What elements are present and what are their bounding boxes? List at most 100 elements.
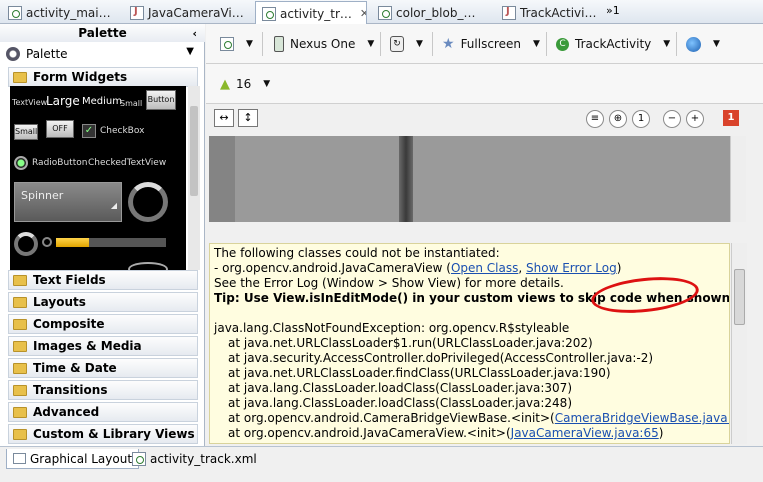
stack-frame-link: at org.opencv.android.JavaCameraView.<in…: [214, 426, 725, 441]
preview-progress-bar[interactable]: [56, 238, 166, 247]
folder-icon: [13, 428, 27, 440]
separator: [262, 32, 263, 56]
zoom-out-icon[interactable]: −: [663, 110, 681, 128]
preview-small-button[interactable]: Small: [14, 124, 38, 140]
category-composite[interactable]: Composite: [8, 314, 198, 334]
zoom-emulate-icon[interactable]: ≡: [586, 110, 604, 128]
widget-preview: TextView Large Medium Small Button Small…: [10, 86, 186, 270]
zoom-in-icon[interactable]: +: [686, 110, 704, 128]
preview-large[interactable]: Large: [46, 94, 80, 108]
api-level-selector[interactable]: ▲ 16 ▼: [220, 74, 270, 94]
activity-label: TrackActivity: [575, 37, 652, 51]
checkbox-checked-icon[interactable]: ✓: [82, 124, 96, 138]
folder-icon: [13, 71, 27, 83]
error-count-badge[interactable]: 1: [723, 110, 739, 126]
separator: [676, 32, 677, 56]
progress-bar-fill: [56, 238, 89, 247]
device-selector[interactable]: Nexus One ▼: [274, 34, 374, 54]
scroll-thumb[interactable]: [190, 106, 198, 196]
category-time-date[interactable]: Time & Date: [8, 358, 198, 378]
category-label: Form Widgets: [33, 70, 128, 84]
preview-radiobutton[interactable]: RadioButton: [32, 158, 87, 168]
layout-editor: ▼ Nexus One ▼ ↻ ▼ ★ Fullscreen ▼ C Track…: [206, 24, 763, 446]
zoom-fit-icon[interactable]: ⊕: [609, 110, 627, 128]
camera-bridge-view-base-link[interactable]: CameraBridgeViewBase.java:63: [555, 411, 729, 425]
device-screen: [235, 136, 745, 222]
preview-toggle-button[interactable]: OFF: [46, 120, 74, 138]
preview-checkbox[interactable]: CheckBox: [100, 126, 144, 136]
preview-button[interactable]: Button: [146, 90, 176, 110]
palette-selector[interactable]: Palette ▼: [6, 44, 198, 64]
api-toolbar: ▲ 16 ▼: [206, 64, 763, 104]
category-images-media[interactable]: Images & Media: [8, 336, 198, 356]
dropdown-arrow-icon: ▼: [246, 39, 253, 49]
folder-icon: [13, 406, 27, 418]
tab-label: activity_mai…: [26, 6, 111, 20]
activity-selector[interactable]: C TrackActivity ▼: [556, 34, 670, 54]
radio-icon[interactable]: [14, 156, 28, 170]
canvas-scrollbar[interactable]: [730, 136, 746, 222]
preview-textview[interactable]: TextView: [12, 98, 47, 107]
preview-progress-tiny[interactable]: [42, 237, 52, 247]
stack-frame-text: at org.opencv.android.JavaCameraView.<in…: [228, 426, 511, 440]
tab-xml-source[interactable]: activity_track.xml: [126, 449, 263, 469]
category-custom-library-views[interactable]: Custom & Library Views: [8, 424, 198, 444]
category-transitions[interactable]: Transitions: [8, 380, 198, 400]
category-text-fields[interactable]: Text Fields: [8, 270, 198, 290]
spinner-label: Spinner: [21, 189, 64, 202]
tab-overflow-button[interactable]: »1: [606, 4, 620, 17]
close-tab-icon[interactable]: ✕: [360, 7, 366, 20]
dropdown-arrow-icon: ▼: [532, 39, 540, 49]
dropdown-arrow-icon[interactable]: ▼: [186, 46, 194, 57]
palette-title-text: Palette: [78, 26, 127, 40]
folder-icon: [13, 274, 27, 286]
expand-horizontal-icon[interactable]: ↔: [214, 109, 234, 127]
theme-selector[interactable]: ★ Fullscreen ▼: [442, 34, 540, 54]
tab-activity-main[interactable]: activity_mai…: [2, 2, 120, 24]
preview-seekbar-thumb[interactable]: [128, 262, 168, 270]
config-toolbar: ▼ Nexus One ▼ ↻ ▼ ★ Fullscreen ▼ C Track…: [206, 24, 763, 64]
tab-activity-track[interactable]: activity_tr… ✕: [255, 1, 367, 25]
category-form-widgets[interactable]: Form Widgets: [8, 67, 198, 87]
tab-label: color_blob_…: [396, 6, 476, 20]
preview-checked-textview[interactable]: CheckedTextView: [88, 158, 166, 168]
category-label: Images & Media: [33, 339, 142, 353]
tab-java-camera-view[interactable]: JavaCameraVi…: [124, 2, 252, 24]
open-class-link[interactable]: Open Class: [451, 261, 518, 275]
category-layouts[interactable]: Layouts: [8, 292, 198, 312]
zoom-actual-icon[interactable]: 1: [632, 110, 650, 128]
orientation-selector[interactable]: ↻ ▼: [390, 34, 423, 54]
locale-selector[interactable]: ▼: [686, 34, 720, 54]
error-panel-scrollbar[interactable]: [731, 243, 747, 444]
dropdown-arrow-icon: ▼: [713, 39, 720, 49]
show-error-log-link[interactable]: Show Error Log: [526, 261, 617, 275]
config-chooser[interactable]: ▼: [220, 34, 253, 54]
link-separator: ,: [518, 261, 527, 275]
scroll-thumb[interactable]: [734, 269, 745, 325]
separator: [380, 32, 381, 56]
palette-selector-label: Palette: [26, 47, 68, 61]
java-camera-view-link[interactable]: JavaCameraView.java:65: [511, 426, 659, 440]
stack-frame: at java.lang.ClassLoader.loadClass(Class…: [228, 381, 572, 395]
layout-canvas[interactable]: [209, 136, 745, 222]
preview-spinner[interactable]: Spinner ◢: [14, 182, 122, 222]
stack-frame: at java.lang.ClassLoader.loadClass(Class…: [228, 396, 572, 410]
palette-scrollbar[interactable]: [188, 86, 200, 270]
palette-title: Palette ‹: [0, 24, 205, 42]
category-advanced[interactable]: Advanced: [8, 402, 198, 422]
category-label: Layouts: [33, 295, 86, 309]
preview-small[interactable]: Small: [120, 99, 142, 108]
stack-frame: at java.net.URLClassLoader$1.run(URLClas…: [228, 336, 593, 350]
expand-vertical-icon[interactable]: ↕: [238, 109, 258, 127]
chevron-left-icon[interactable]: ‹: [192, 25, 197, 43]
tab-graphical-layout[interactable]: Graphical Layout: [6, 449, 140, 469]
theme-label: Fullscreen: [460, 37, 521, 51]
preview-progress-small[interactable]: [14, 232, 38, 256]
category-label: Custom & Library Views: [33, 427, 195, 441]
preview-progress-large[interactable]: [128, 182, 168, 222]
tab-color-blob[interactable]: color_blob_…: [372, 2, 494, 24]
preview-medium[interactable]: Medium: [82, 96, 122, 107]
tab-track-activity[interactable]: TrackActivi…: [496, 2, 604, 24]
category-label: Composite: [33, 317, 105, 331]
folder-icon: [13, 340, 27, 352]
